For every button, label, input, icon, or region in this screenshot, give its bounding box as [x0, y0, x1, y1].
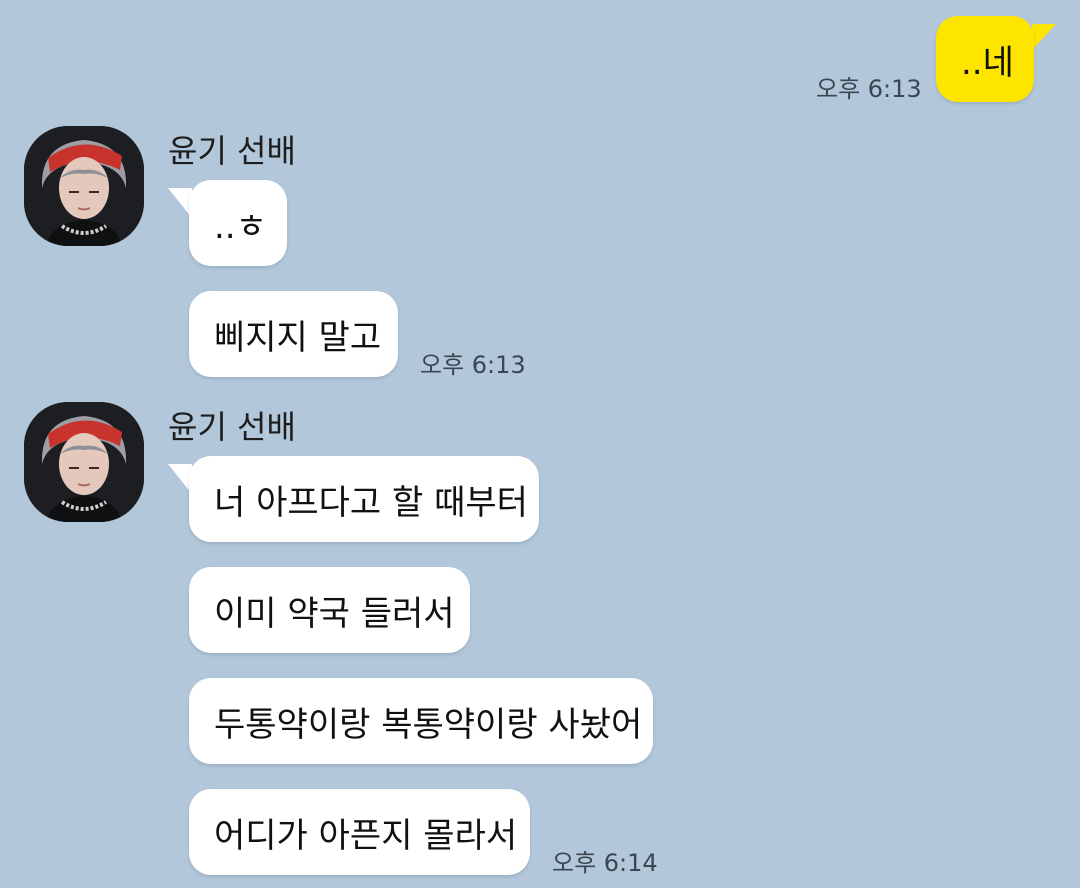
sender-avatar[interactable]	[24, 402, 144, 522]
message-text: ..ㅎ	[214, 206, 267, 247]
message-time: 오후 6:14	[552, 849, 658, 877]
message-time: 오후 6:13	[420, 351, 526, 379]
message-text: 두통약이랑 복통약이랑 사놨어	[214, 704, 643, 745]
chat-message-bubble[interactable]: 두통약이랑 복통약이랑 사놨어	[189, 678, 653, 764]
chat-message-bubble[interactable]: 이미 약국 들러서	[189, 567, 470, 653]
sender-avatar[interactable]	[24, 126, 144, 246]
profile-photo-icon	[24, 402, 144, 522]
chat-message-bubble[interactable]: 너 아프다고 할 때부터	[189, 456, 539, 542]
profile-photo-icon	[24, 126, 144, 246]
message-text: 어디가 아픈지 몰라서	[214, 815, 518, 856]
message-text: ..네	[961, 42, 1014, 83]
my-message-bubble[interactable]: ..네	[936, 16, 1034, 102]
sender-name: 윤기 선배	[168, 132, 296, 170]
message-text: 너 아프다고 할 때부터	[214, 482, 528, 523]
chat-message-bubble[interactable]: 삐지지 말고	[189, 291, 398, 377]
chat-message-bubble[interactable]: ..ㅎ	[189, 180, 287, 266]
message-text: 이미 약국 들러서	[214, 593, 455, 634]
chat-message-bubble[interactable]: 어디가 아픈지 몰라서	[189, 789, 530, 875]
message-text: 삐지지 말고	[214, 317, 382, 358]
message-time: 오후 6:13	[816, 75, 922, 103]
my-bubble-tail	[1032, 24, 1056, 50]
sender-name: 윤기 선배	[168, 408, 296, 446]
